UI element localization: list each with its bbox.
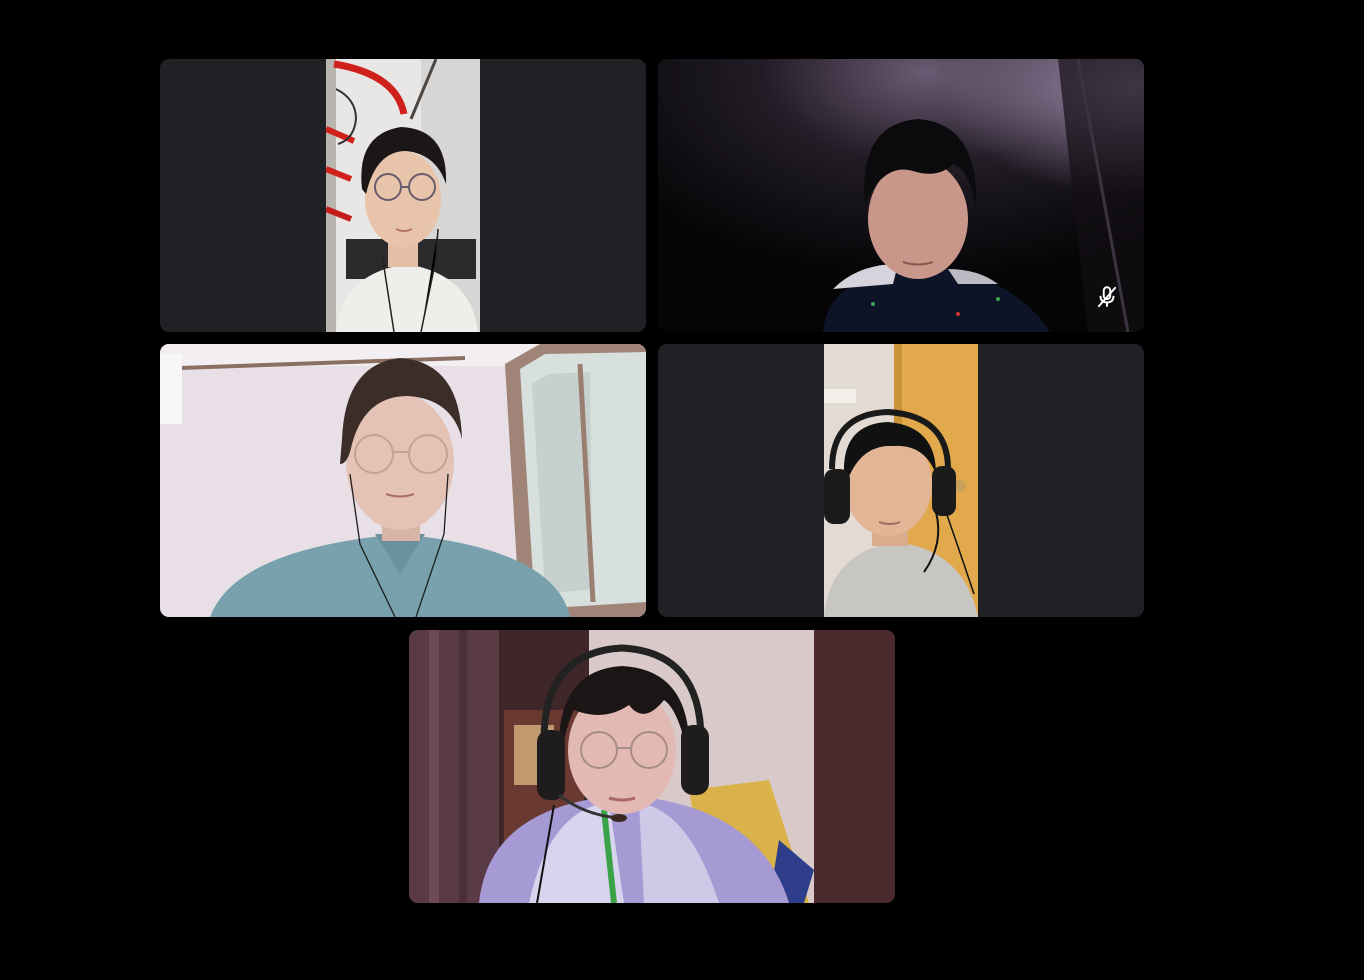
participant-tile-4[interactable] — [658, 344, 1144, 617]
participant-1-portrait — [326, 59, 480, 332]
participant-tile-5[interactable] — [409, 630, 895, 903]
video-call-grid — [0, 0, 1364, 980]
participant-tile-2[interactable] — [658, 59, 1144, 332]
participant-4-portrait — [824, 344, 978, 617]
mic-off-icon — [1094, 284, 1120, 310]
participant-3-video — [160, 344, 646, 617]
participant-video-4 — [824, 344, 978, 617]
participant-2-video — [658, 59, 1144, 332]
participant-video-2 — [658, 59, 1144, 332]
participant-video-1 — [326, 59, 480, 332]
participant-tile-1[interactable] — [160, 59, 646, 332]
participant-video-5 — [409, 630, 895, 903]
participant-video-3 — [160, 344, 646, 617]
participant-tile-3[interactable] — [160, 344, 646, 617]
participant-5-video — [409, 630, 895, 903]
